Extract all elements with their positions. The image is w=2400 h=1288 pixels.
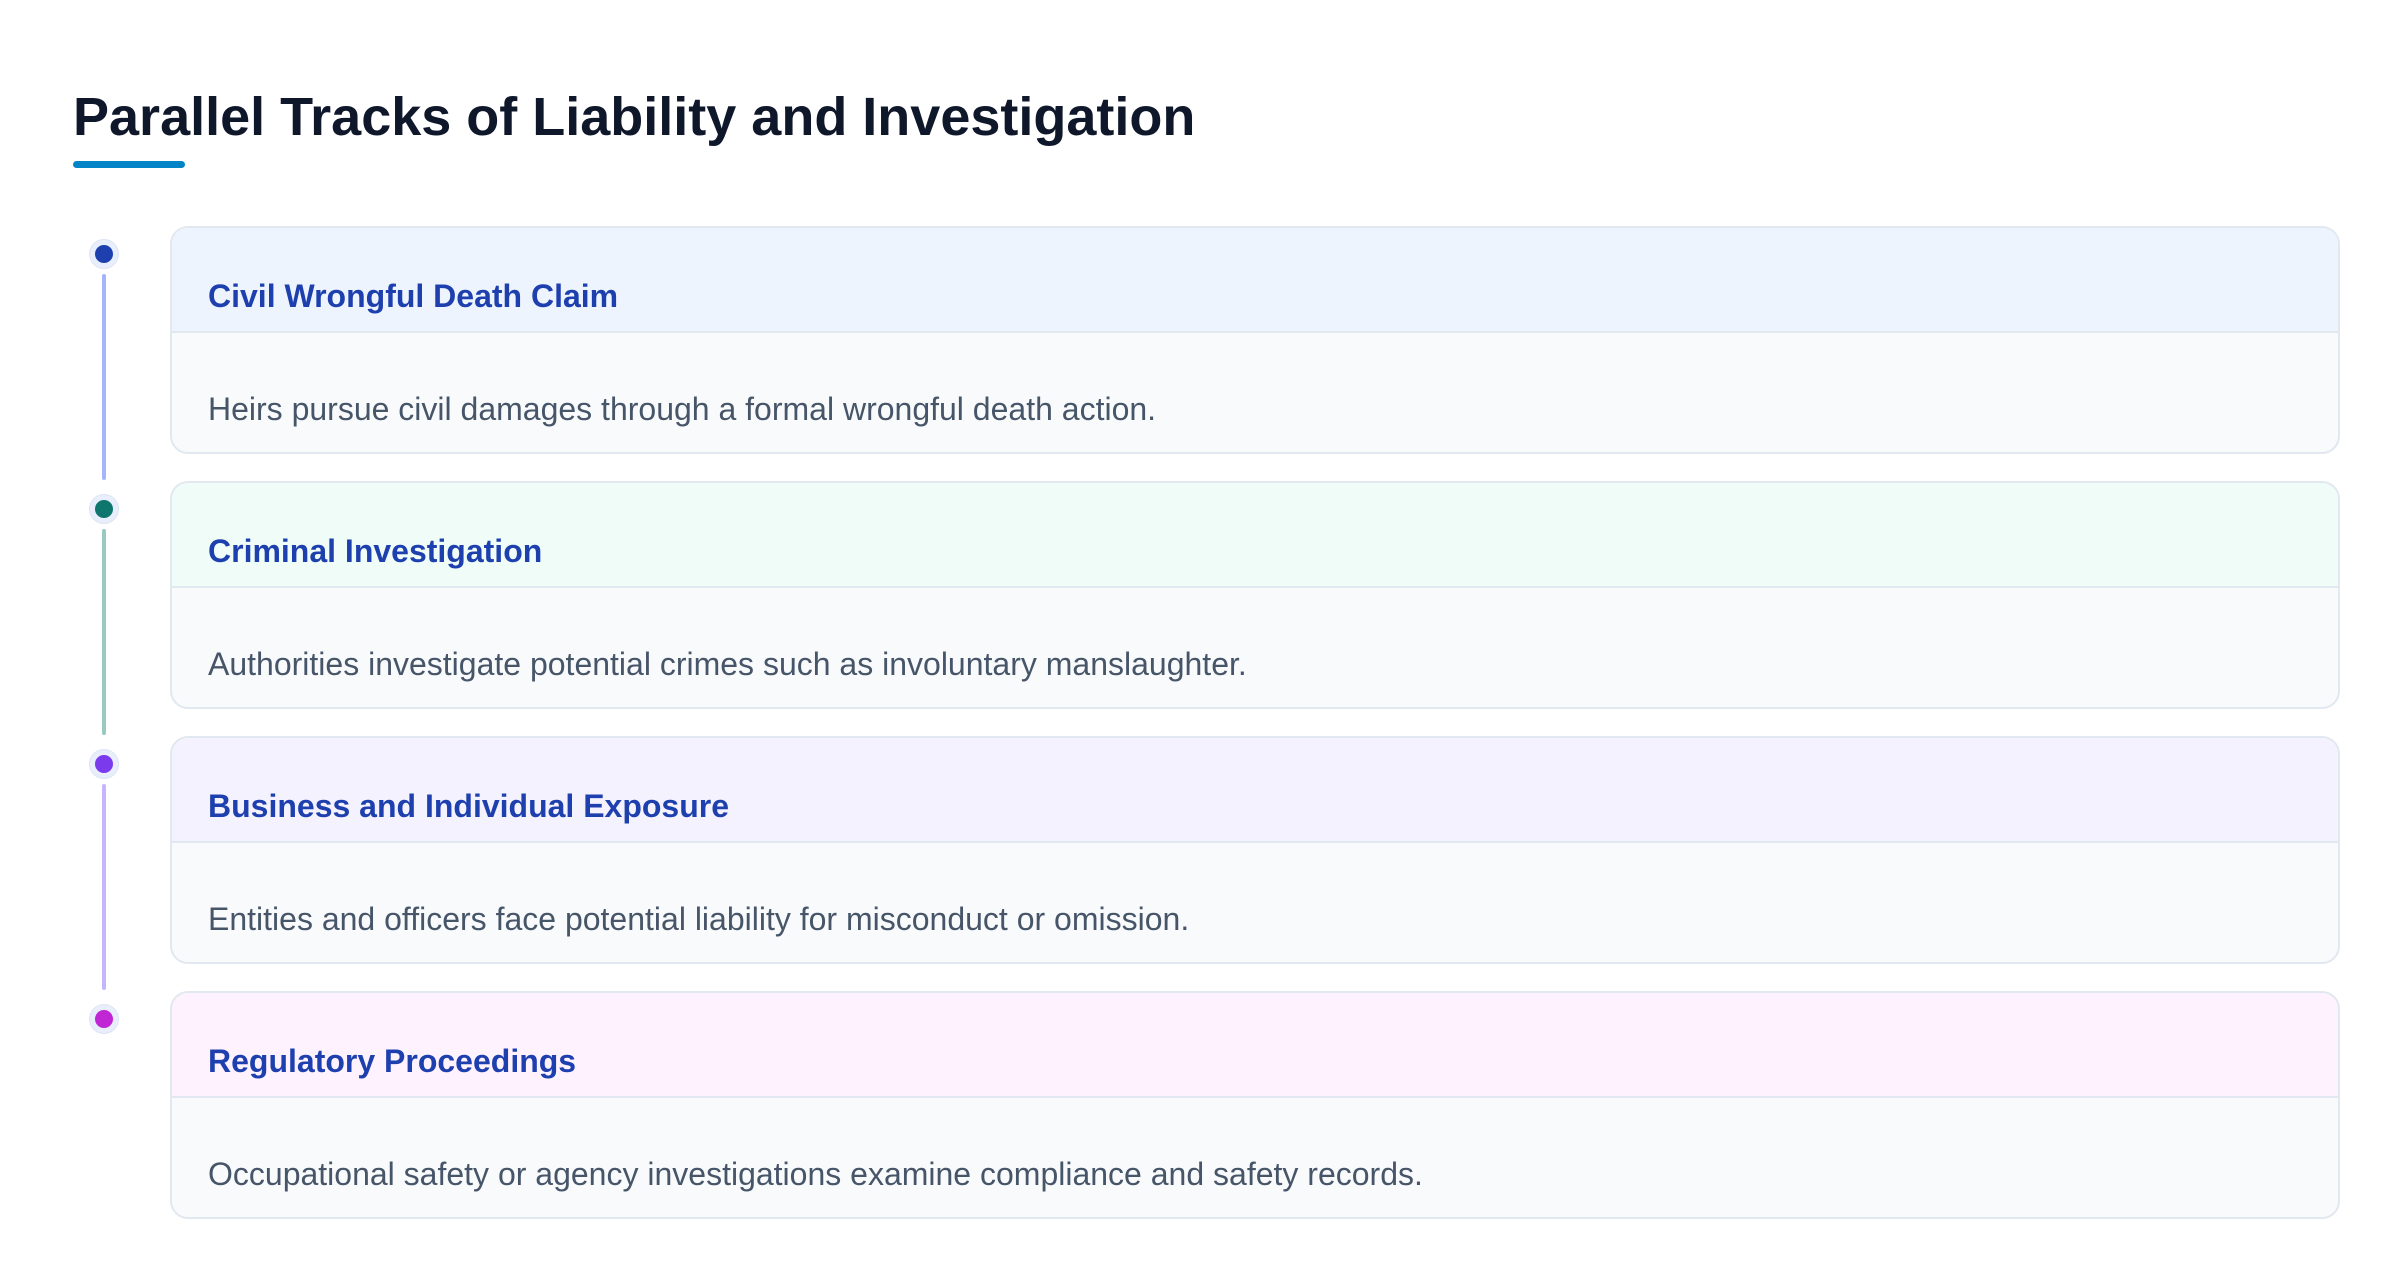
timeline-dot (90, 750, 118, 778)
timeline-step-regulatory: Regulatory Proceedings Occupational safe… (0, 991, 2400, 1223)
timeline-connector (102, 274, 106, 480)
step-card: Business and Individual Exposure Entitie… (170, 736, 2340, 964)
step-card-header: Criminal Investigation (172, 483, 2338, 588)
step-card-header: Regulatory Proceedings (172, 993, 2338, 1098)
step-card-body: Occupational safety or agency investigat… (172, 1098, 2338, 1217)
step-card-header: Civil Wrongful Death Claim (172, 228, 2338, 333)
timeline-connector (102, 529, 106, 735)
timeline-step-civil: Civil Wrongful Death Claim Heirs pursue … (0, 226, 2400, 480)
step-card-header: Business and Individual Exposure (172, 738, 2338, 843)
step-card: Regulatory Proceedings Occupational safe… (170, 991, 2340, 1219)
step-card: Civil Wrongful Death Claim Heirs pursue … (170, 226, 2340, 454)
timeline: Civil Wrongful Death Claim Heirs pursue … (0, 0, 2400, 1288)
step-card: Criminal Investigation Authorities inves… (170, 481, 2340, 709)
step-description: Entities and officers face potential lia… (208, 901, 1190, 937)
step-title: Business and Individual Exposure (208, 788, 730, 824)
step-card-body: Authorities investigate potential crimes… (172, 588, 2338, 707)
timeline-step-exposure: Business and Individual Exposure Entitie… (0, 736, 2400, 990)
step-description: Occupational safety or agency investigat… (208, 1156, 1423, 1192)
timeline-dot (90, 1005, 118, 1033)
step-title: Civil Wrongful Death Claim (208, 278, 619, 314)
timeline-step-criminal: Criminal Investigation Authorities inves… (0, 481, 2400, 735)
step-card-body: Entities and officers face potential lia… (172, 843, 2338, 962)
timeline-dot (90, 240, 118, 268)
step-title: Regulatory Proceedings (208, 1043, 577, 1079)
step-title: Criminal Investigation (208, 533, 543, 569)
step-card-body: Heirs pursue civil damages through a for… (172, 333, 2338, 452)
timeline-dot (90, 495, 118, 523)
step-description: Authorities investigate potential crimes… (208, 646, 1247, 682)
timeline-connector (102, 784, 106, 990)
step-description: Heirs pursue civil damages through a for… (208, 391, 1157, 427)
